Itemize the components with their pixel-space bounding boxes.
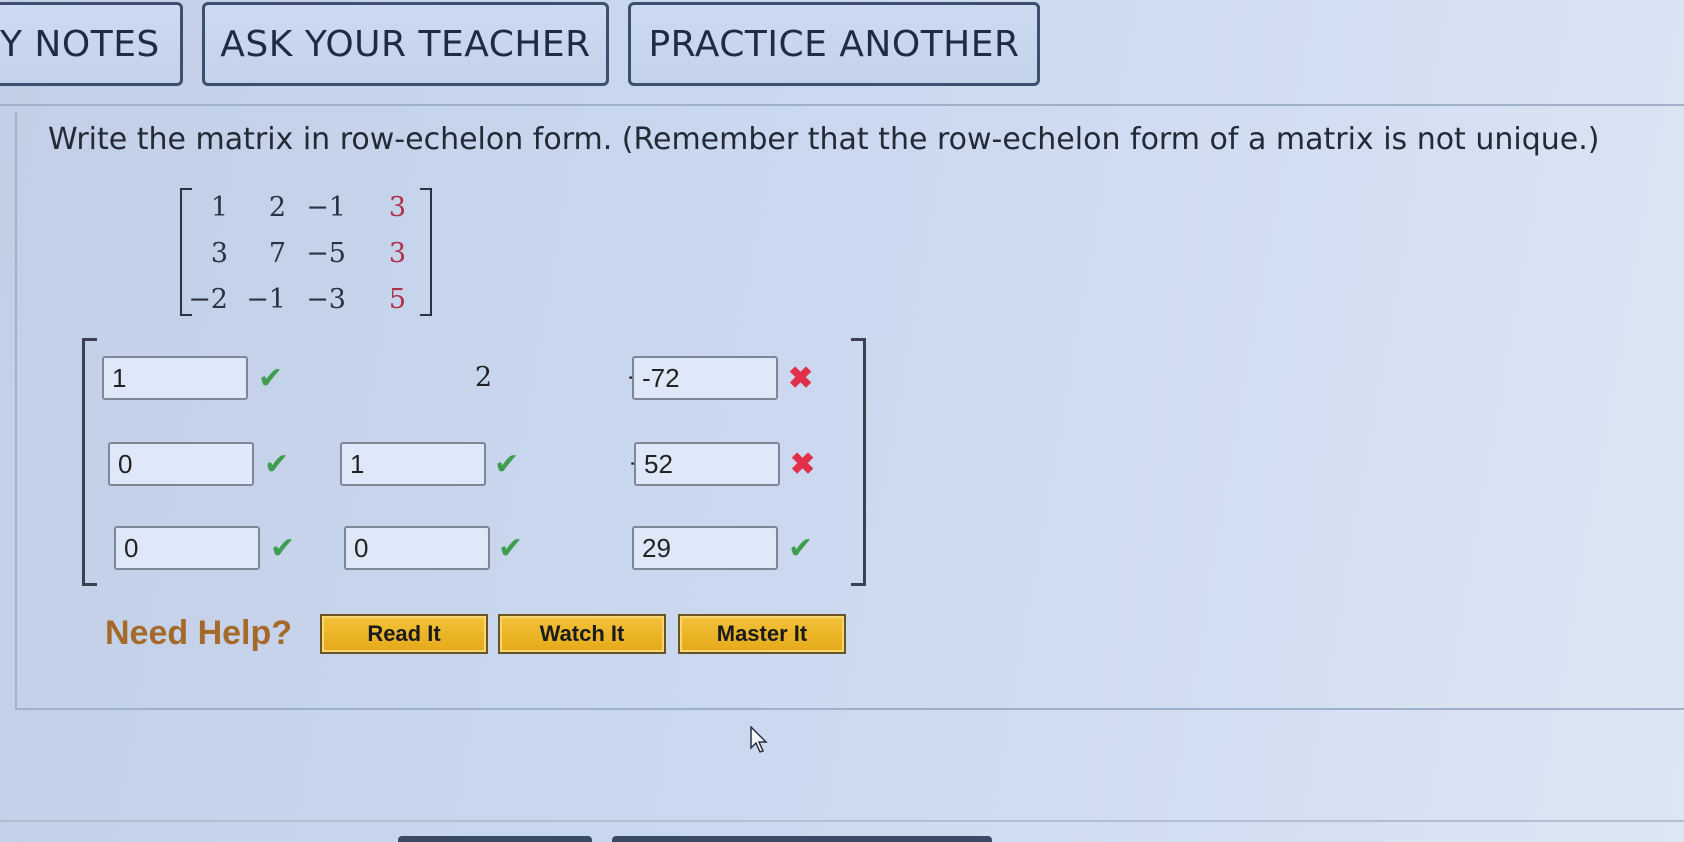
- answer-input-r3c1[interactable]: 0: [114, 526, 260, 570]
- divider: [0, 820, 1684, 822]
- check-icon: ✔: [494, 448, 520, 481]
- given-cell: 7: [268, 238, 286, 269]
- bottom-tab[interactable]: [612, 836, 992, 842]
- check-icon: ✔: [258, 362, 284, 395]
- read-it-button[interactable]: Read It: [320, 614, 488, 654]
- bottom-tab[interactable]: [398, 836, 592, 842]
- answer-input-r2c2[interactable]: 1: [340, 442, 486, 486]
- x-icon: ✖: [790, 448, 816, 481]
- given-cell: 3: [388, 192, 406, 223]
- given-cell: 1: [210, 192, 228, 223]
- answer-input-r3c4[interactable]: 29: [632, 526, 778, 570]
- matrix-right-bracket: [420, 188, 432, 316]
- answer-input-r1c4[interactable]: -72: [632, 356, 778, 400]
- check-icon: ✔: [788, 532, 814, 565]
- answer-input-r1c1[interactable]: 1: [102, 356, 248, 400]
- given-matrix: 1 2 −1 3 3 7 −5 3 −2 −1 −3 5: [180, 188, 432, 316]
- answer-right-bracket: [851, 338, 866, 586]
- my-notes-button[interactable]: Y NOTES: [0, 2, 183, 86]
- answer-left-bracket: [82, 338, 97, 586]
- check-icon: ✔: [270, 532, 296, 565]
- mouse-cursor-icon: [750, 726, 768, 753]
- answer-input-r2c1[interactable]: 0: [108, 442, 254, 486]
- question-text: Write the matrix in row-echelon form. (R…: [48, 122, 1600, 157]
- practice-another-button[interactable]: PRACTICE ANOTHER: [628, 2, 1040, 86]
- given-cell: 2: [268, 192, 286, 223]
- given-cell: 3: [210, 238, 228, 269]
- given-cell: −1: [306, 192, 346, 223]
- answer-matrix: 1 ✔ 2 −1 -72 ✖ 0 ✔ 1 ✔ −2 52 ✖ 0 ✔ 0 ✔ 1…: [82, 338, 866, 586]
- need-help-label: Need Help?: [105, 614, 293, 652]
- answer-input-r2c4[interactable]: 52: [634, 442, 780, 486]
- given-cell: −1: [246, 284, 286, 315]
- given-cell: −2: [188, 284, 228, 315]
- watch-it-button[interactable]: Watch It: [498, 614, 666, 654]
- divider: [0, 104, 1684, 106]
- ask-teacher-button[interactable]: ASK YOUR TEACHER: [202, 2, 609, 86]
- check-icon: ✔: [264, 448, 290, 481]
- given-cell: 3: [388, 238, 406, 269]
- answer-input-r3c2[interactable]: 0: [344, 526, 490, 570]
- given-cell: 5: [388, 284, 406, 315]
- master-it-button[interactable]: Master It: [678, 614, 846, 654]
- check-icon: ✔: [498, 532, 524, 565]
- x-icon: ✖: [788, 362, 814, 395]
- given-cell: −3: [306, 284, 346, 315]
- given-cell: −5: [306, 238, 346, 269]
- answer-constant-r1c2: 2: [474, 362, 492, 393]
